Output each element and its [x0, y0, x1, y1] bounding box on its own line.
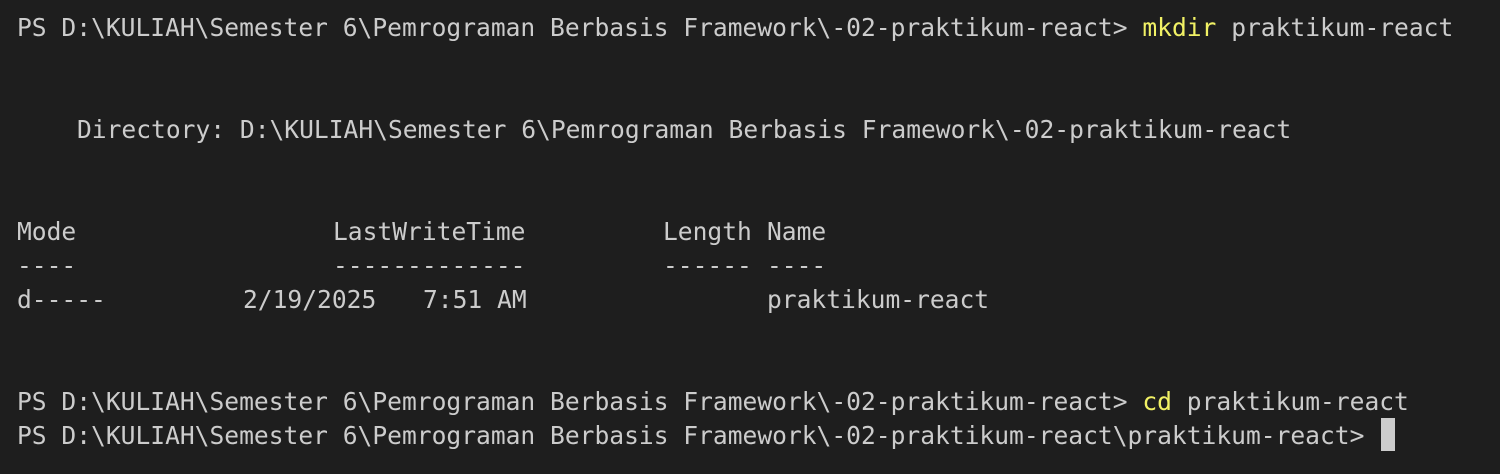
prompt-text: PS D:\KULIAH\Semester 6\Pemrograman Berb…	[17, 421, 1365, 450]
divider-name: ----	[767, 251, 827, 280]
divider-length: ------	[663, 251, 752, 280]
command-keyword: cd	[1142, 387, 1172, 416]
terminal-window[interactable]: PS D:\KULIAH\Semester 6\Pemrograman Berb…	[0, 0, 1500, 474]
command-keyword: mkdir	[1142, 13, 1217, 42]
command-argument: praktikum-react	[1186, 387, 1409, 416]
header-length: Length	[663, 217, 752, 246]
row-date: 2/19/2025	[243, 285, 377, 314]
divider-lastwritetime: -------------	[333, 251, 526, 280]
row-mode: d-----	[17, 285, 106, 314]
directory-line: Directory: D:\KULIAH\Semester 6\Pemrogra…	[77, 113, 1291, 147]
row-name: praktikum-react	[767, 285, 990, 314]
header-lastwritetime: LastWriteTime	[333, 217, 526, 246]
terminal-line-cd: PS D:\KULIAH\Semester 6\Pemrograman Berb…	[17, 385, 1409, 419]
header-mode: Mode	[17, 217, 77, 246]
text-cursor[interactable]	[1381, 417, 1396, 451]
header-name: Name	[767, 217, 827, 246]
terminal-line-current[interactable]: PS D:\KULIAH\Semester 6\Pemrograman Berb…	[17, 417, 1396, 453]
terminal-line-mkdir: PS D:\KULIAH\Semester 6\Pemrograman Berb…	[17, 11, 1453, 45]
row-time: 7:51 AM	[423, 285, 527, 314]
prompt-text: PS D:\KULIAH\Semester 6\Pemrograman Berb…	[17, 13, 1128, 42]
directory-label: Directory:	[77, 115, 226, 144]
directory-path: D:\KULIAH\Semester 6\Pemrograman Berbasi…	[239, 115, 1292, 144]
prompt-text: PS D:\KULIAH\Semester 6\Pemrograman Berb…	[17, 387, 1128, 416]
divider-mode: ----	[17, 251, 77, 280]
command-argument: praktikum-react	[1231, 13, 1454, 42]
